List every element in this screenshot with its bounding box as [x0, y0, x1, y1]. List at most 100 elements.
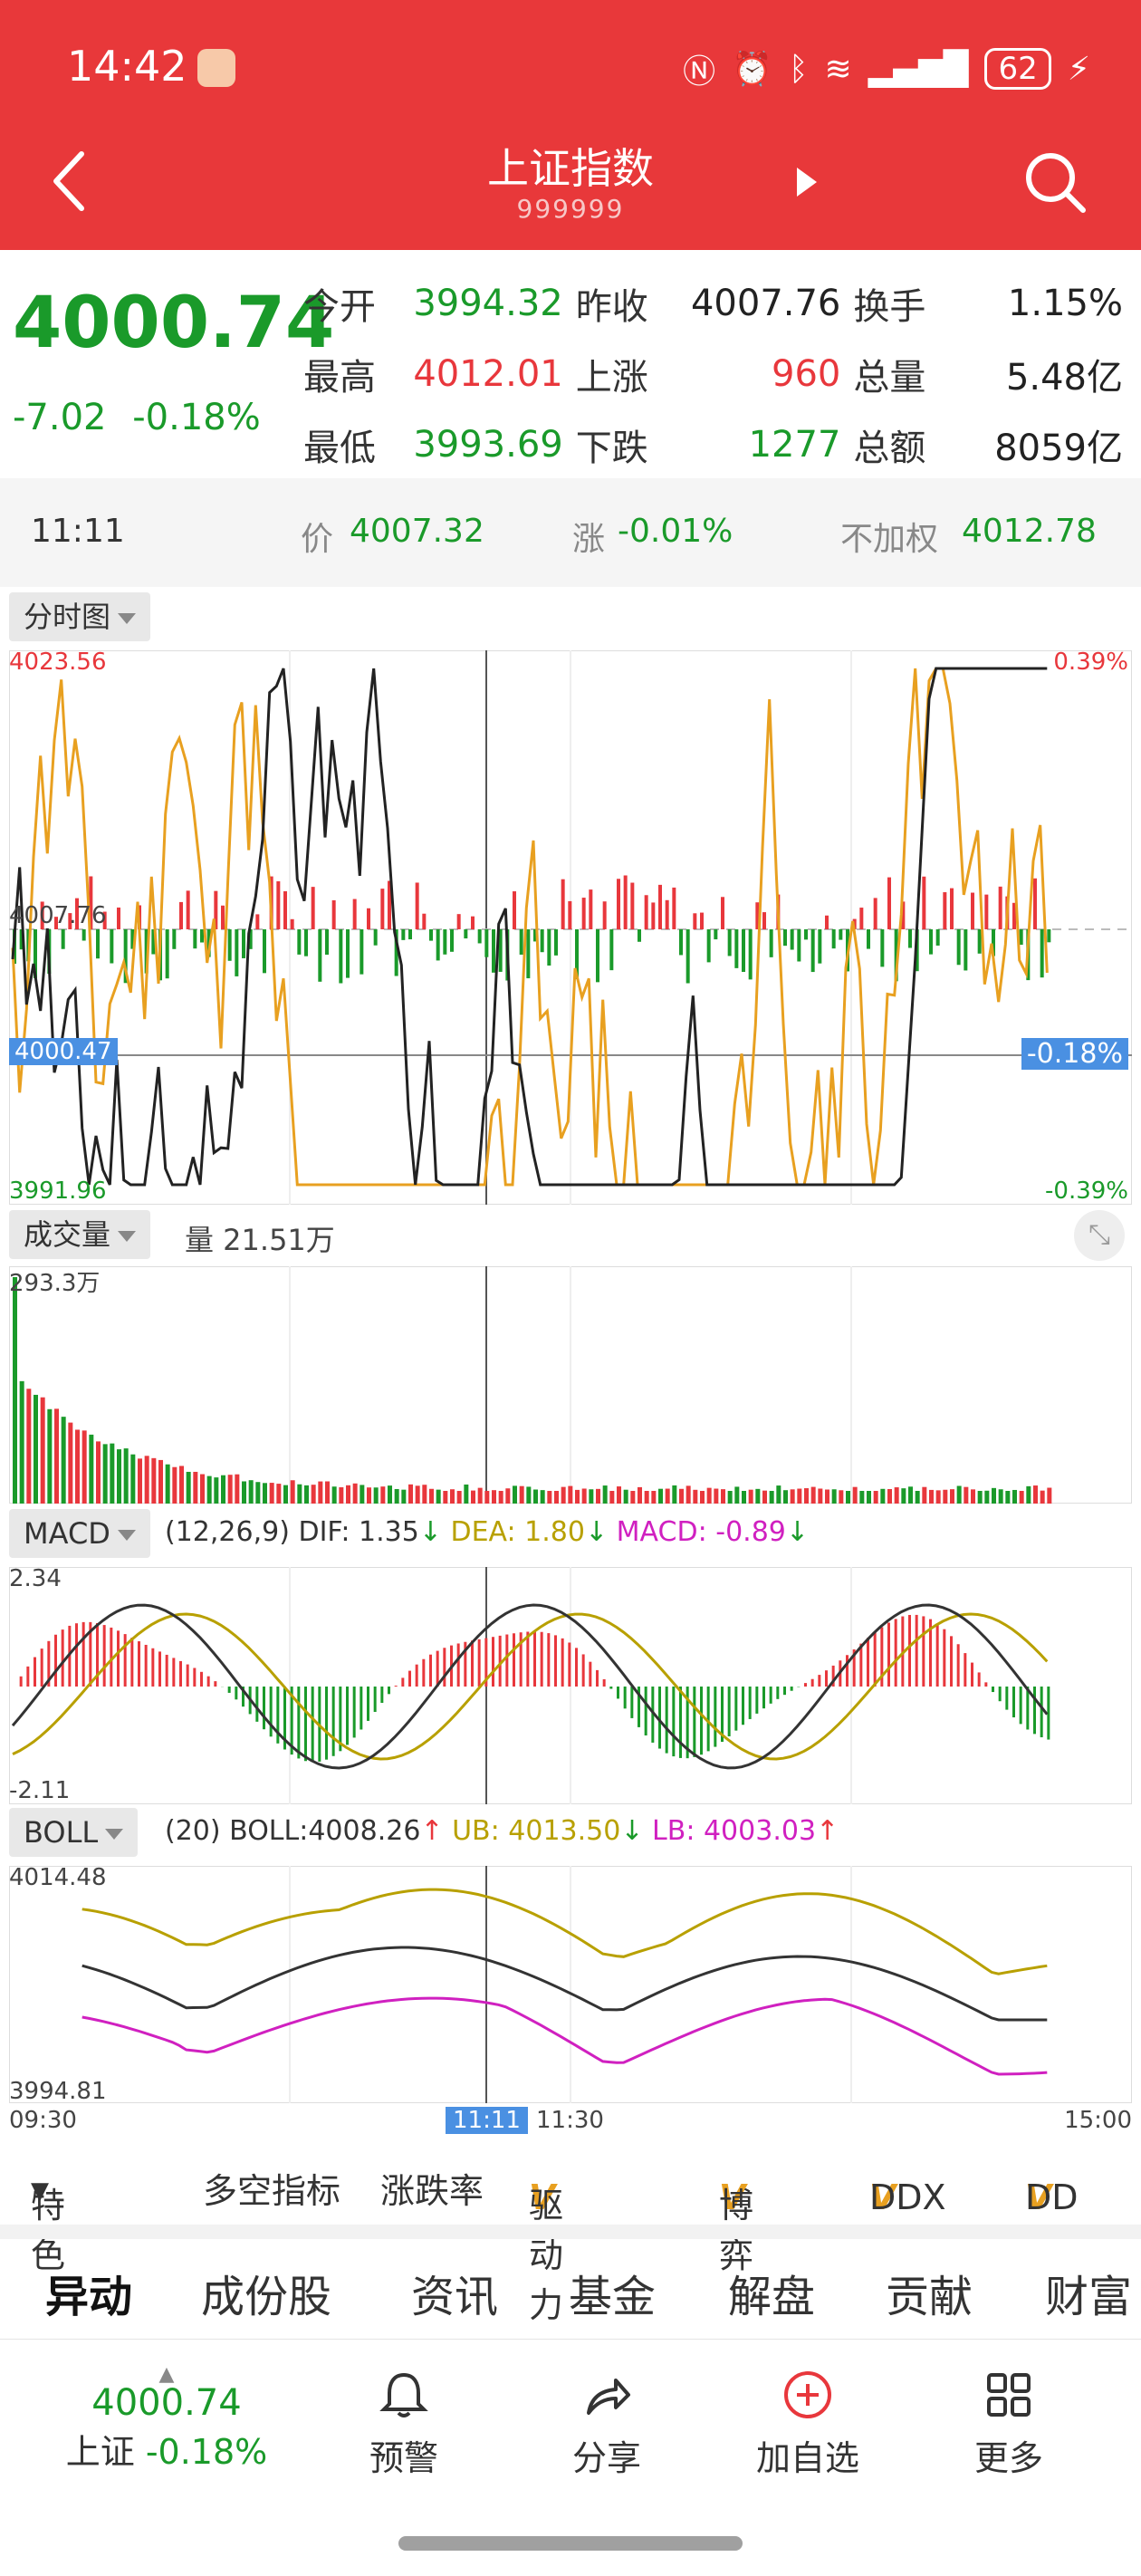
macd-histogram-bar	[263, 1687, 265, 1730]
status-icons: Ⓝ ⏰ ᛒ ≋ ▂▄▆█ 62 ⚡	[683, 45, 1090, 92]
up-arrow-icon: ↑	[816, 1815, 839, 1847]
volume-bar	[846, 1491, 850, 1504]
breadth-bar	[221, 905, 225, 929]
volume-bar	[554, 1491, 559, 1504]
tab-analysis[interactable]: 解盘	[728, 2261, 815, 2324]
macd-histogram-bar	[34, 1657, 36, 1687]
volume-bar	[623, 1489, 628, 1504]
volume-bar	[651, 1491, 657, 1504]
macd-histogram-bar	[130, 1638, 134, 1687]
macd-histogram-bar	[943, 1629, 946, 1687]
volume-bar	[290, 1480, 295, 1504]
breadth-bar	[859, 908, 864, 929]
macd-histogram-bar	[846, 1655, 849, 1687]
macd-histogram-bar	[596, 1669, 599, 1687]
breadth-bar	[200, 929, 204, 943]
add-watchlist-button[interactable]: 加自选	[735, 2368, 880, 2480]
intraday-high-label: 4023.56	[9, 649, 107, 676]
indicator-item[interactable]: 涨跌率	[380, 2163, 484, 2213]
breadth-bar	[748, 929, 753, 980]
boll-selector[interactable]: BOLL	[9, 1808, 139, 1857]
alert-button[interactable]: 预警	[331, 2368, 476, 2480]
volume-selector-label: 成交量	[24, 1217, 111, 1252]
macd-histogram-bar	[727, 1687, 731, 1736]
macd-histogram-bar	[436, 1650, 439, 1687]
tab-components[interactable]: 成份股	[201, 2261, 331, 2324]
volume-bar	[484, 1491, 490, 1504]
macd-histogram-bar	[193, 1668, 197, 1687]
volume-bar	[581, 1488, 587, 1504]
volume-bar	[380, 1486, 386, 1504]
macd-histogram-bar	[19, 1676, 23, 1687]
volume-bar	[1005, 1491, 1011, 1504]
volume-bar	[158, 1459, 163, 1504]
breadth-bar	[519, 929, 523, 955]
macd-histogram-bar	[609, 1687, 613, 1689]
macd-histogram-bar	[165, 1654, 168, 1687]
intraday-selector[interactable]: 分时图	[9, 592, 151, 641]
macd-histogram-bar	[429, 1654, 432, 1687]
indicator-item[interactable]: 多空指标	[203, 2163, 340, 2213]
quote-label: 昨收	[575, 286, 648, 328]
breadth-bar	[706, 929, 711, 963]
breadth-bar	[311, 887, 315, 929]
breadth-bar	[61, 929, 65, 949]
status-time: 14:42	[67, 42, 187, 91]
intraday-chart[interactable]	[9, 650, 1132, 1205]
expand-icon[interactable]: ⤡	[1074, 1210, 1125, 1261]
macd-histogram-bar	[1026, 1687, 1030, 1730]
bottom-quote[interactable]: ▲ 4000.74 上证 -0.18%	[58, 2365, 275, 2474]
price-line	[11, 667, 1048, 1187]
macd-histogram-bar	[513, 1633, 515, 1687]
breadth-bar	[547, 929, 551, 966]
breadth-bar	[839, 929, 843, 940]
price-change: -7.02 -0.18%	[13, 397, 261, 438]
volume-bar	[26, 1389, 32, 1504]
volume-bar	[193, 1471, 198, 1504]
volume-bar	[609, 1491, 615, 1504]
volume-bar	[602, 1485, 608, 1504]
quote-label: 下跌	[575, 428, 648, 469]
volume-selector[interactable]: 成交量	[9, 1210, 151, 1259]
breadth-bar	[971, 892, 974, 929]
search-icon[interactable]	[1023, 150, 1088, 216]
breadth-bar	[117, 907, 120, 929]
share-button[interactable]: 分享	[534, 2368, 679, 2480]
play-icon[interactable]	[797, 168, 817, 197]
breadth-bar	[956, 929, 961, 966]
breadth-bar	[831, 929, 836, 949]
volume-bar	[415, 1485, 420, 1504]
volume-bar	[894, 1487, 899, 1504]
index-code: 999999	[516, 194, 625, 224]
macd-histogram-bar	[867, 1638, 869, 1687]
volume-bar	[908, 1486, 913, 1504]
macd-histogram-bar	[887, 1622, 890, 1687]
breadth-bar	[783, 929, 787, 947]
cursor-change: -0.01%	[618, 513, 734, 550]
macd-histogram-bar	[568, 1642, 571, 1687]
home-indicator[interactable]	[398, 2536, 743, 2551]
current-pct-tag: -0.18%	[1021, 1038, 1128, 1070]
volume-bar	[144, 1456, 149, 1504]
breadth-bar	[617, 879, 620, 929]
volume-bar	[367, 1487, 371, 1504]
volume-bar	[755, 1488, 761, 1504]
volume-bar	[748, 1489, 753, 1504]
tab-news[interactable]: 资讯	[411, 2261, 498, 2324]
macd-histogram-bar	[589, 1661, 592, 1687]
macd-histogram-bar	[360, 1687, 363, 1730]
macd-selector[interactable]: MACD	[9, 1509, 150, 1558]
breadth-bar	[714, 929, 718, 940]
tab-wealth[interactable]: 财富	[1045, 2261, 1132, 2324]
macd-histogram-bar	[471, 1640, 474, 1687]
tab-movement[interactable]: 异动	[45, 2261, 132, 2324]
macd-histogram-bar	[734, 1687, 738, 1731]
more-button[interactable]: 更多	[936, 2368, 1081, 2480]
tab-funds[interactable]: 基金	[569, 2261, 656, 2324]
volume-bar	[665, 1488, 670, 1504]
tab-contribution[interactable]: 贡献	[886, 2261, 973, 2324]
volume-bar	[436, 1489, 441, 1504]
volume-bar	[214, 1477, 219, 1504]
volume-bar	[206, 1475, 212, 1504]
boll-upper-line	[82, 1888, 1048, 1975]
